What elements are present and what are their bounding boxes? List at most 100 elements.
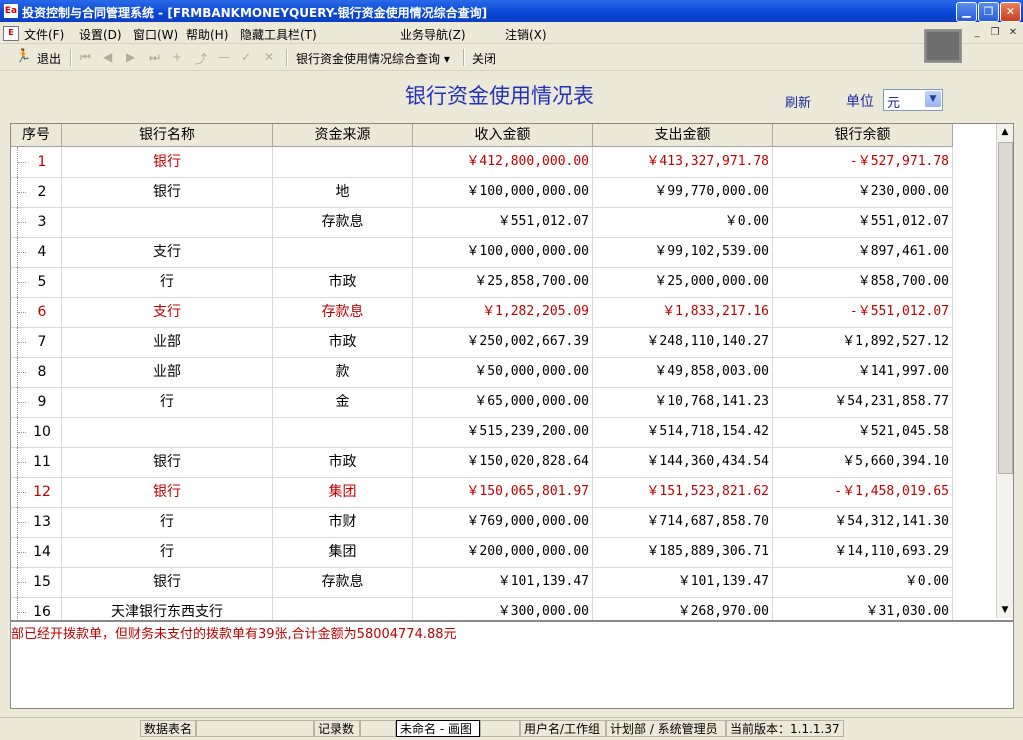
- cell-balance[interactable]: ￥230,000.00: [773, 177, 953, 207]
- col-header-expense[interactable]: 支出金额: [593, 124, 773, 146]
- cell-expense[interactable]: ￥49,858,003.00: [593, 357, 773, 387]
- cell-no[interactable]: 16: [11, 597, 62, 620]
- cell-bank-name[interactable]: 行: [62, 537, 273, 567]
- table-row[interactable]: 6 支行 存款息 ￥1,282,205.09 ￥1,833,217.16 -￥551,01…: [11, 297, 953, 328]
- cell-expense[interactable]: ￥10,768,141.23: [593, 387, 773, 417]
- cell-bank-name[interactable]: 支行: [62, 297, 273, 327]
- cell-income[interactable]: ￥250,002,667.39: [413, 327, 593, 357]
- cell-expense[interactable]: ￥185,889,306.71: [593, 537, 773, 567]
- unit-select[interactable]: 元 ▼: [883, 89, 943, 111]
- add-record-icon[interactable]: +: [172, 50, 182, 64]
- window-selector[interactable]: 银行资金使用情况综合查询 ▾: [296, 50, 450, 67]
- refresh-button[interactable]: 刷新: [785, 92, 811, 111]
- cell-income[interactable]: ￥65,000,000.00: [413, 387, 593, 417]
- cell-income[interactable]: ￥100,000,000.00: [413, 237, 593, 267]
- cell-bank-name[interactable]: 银行: [62, 567, 273, 597]
- cell-fund-source[interactable]: 存款息: [273, 207, 413, 237]
- table-row[interactable]: 14 行集团 ￥200,000,000.00 ￥185,889,306.71 ￥14,1…: [11, 537, 953, 568]
- cell-fund-source[interactable]: 金: [273, 387, 413, 417]
- cell-balance[interactable]: ￥521,045.58: [773, 417, 953, 447]
- cell-income[interactable]: ￥551,012.07: [413, 207, 593, 237]
- window-title-bar[interactable]: Ea 投资控制与合同管理系统 - [FRMBANKMONEYQUERY-银行资金…: [0, 0, 1023, 22]
- cell-balance[interactable]: ￥141,997.00: [773, 357, 953, 387]
- cell-no[interactable]: 10: [11, 417, 62, 447]
- cancel-icon[interactable]: ✕: [264, 50, 274, 64]
- cell-bank-name[interactable]: 行: [62, 267, 273, 297]
- cell-balance[interactable]: ￥551,012.07: [773, 207, 953, 237]
- cell-fund-source[interactable]: 集团: [273, 477, 413, 507]
- cell-income[interactable]: ￥300,000.00: [413, 597, 593, 620]
- cell-no[interactable]: 15: [11, 567, 62, 597]
- mdi-close-icon[interactable]: ✕: [1006, 27, 1020, 39]
- cell-fund-source[interactable]: [273, 147, 413, 177]
- cell-expense[interactable]: ￥151,523,821.62: [593, 477, 773, 507]
- table-row[interactable]: 16 天津银行东西支行 ￥300,000.00 ￥268,970.00 ￥31,030.…: [11, 597, 953, 620]
- cell-balance[interactable]: ￥5,660,394.10: [773, 447, 953, 477]
- cell-no[interactable]: 9: [11, 387, 62, 417]
- cell-fund-source[interactable]: 市财: [273, 507, 413, 537]
- table-row[interactable]: 12 银行 集团 ￥150,065,801.97 ￥151,523,821.62 -￥1,…: [11, 477, 953, 508]
- taskbar-paint-window[interactable]: 未命名 - 画图: [396, 720, 480, 737]
- cell-no[interactable]: 1: [11, 147, 62, 177]
- cell-income[interactable]: ￥769,000,000.00: [413, 507, 593, 537]
- message-area[interactable]: 部已经开拨款单，但财务未支付的拨款单有39张,合计金额为58004774.88元: [10, 621, 1014, 709]
- table-row[interactable]: 7 业部 市政 ￥250,002,667.39 ￥248,110,140.27 ￥1,89…: [11, 327, 953, 358]
- table-row[interactable]: 4 支行 ￥100,000,000.00 ￥99,102,539.00 ￥897,461…: [11, 237, 953, 268]
- cell-balance[interactable]: ￥54,231,858.77: [773, 387, 953, 417]
- scroll-down-icon[interactable]: ▼: [997, 602, 1013, 618]
- menu-logout[interactable]: 注销(X): [505, 26, 547, 43]
- cell-bank-name[interactable]: [62, 207, 273, 237]
- cell-no[interactable]: 14: [11, 537, 62, 567]
- close-form-button[interactable]: 关闭: [472, 50, 496, 67]
- close-window-button[interactable]: ✕: [1000, 2, 1021, 22]
- cell-expense[interactable]: ￥514,718,154.42: [593, 417, 773, 447]
- vertical-scrollbar[interactable]: ▲ ▼: [996, 124, 1013, 618]
- cell-bank-name[interactable]: 业部: [62, 357, 273, 387]
- col-header-no[interactable]: 序号: [11, 124, 62, 146]
- delete-record-icon[interactable]: —: [218, 50, 230, 64]
- cell-balance[interactable]: -￥1,458,019.65: [773, 477, 953, 507]
- prev-record-icon[interactable]: ◀: [103, 50, 112, 64]
- cell-expense[interactable]: ￥99,770,000.00: [593, 177, 773, 207]
- document-icon[interactable]: E: [3, 26, 19, 41]
- cell-bank-name[interactable]: 支行: [62, 237, 273, 267]
- cell-bank-name[interactable]: 行: [62, 507, 273, 537]
- cell-bank-name[interactable]: 行: [62, 387, 273, 417]
- cell-expense[interactable]: ￥0.00: [593, 207, 773, 237]
- cell-balance[interactable]: ￥897,461.00: [773, 237, 953, 267]
- cell-income[interactable]: ￥200,000,000.00: [413, 537, 593, 567]
- cell-no[interactable]: 12: [11, 477, 62, 507]
- cell-no[interactable]: 5: [11, 267, 62, 297]
- cell-balance[interactable]: ￥0.00: [773, 567, 953, 597]
- cell-income[interactable]: ￥150,020,828.64: [413, 447, 593, 477]
- cell-income[interactable]: ￥150,065,801.97: [413, 477, 593, 507]
- cell-bank-name[interactable]: 银行: [62, 177, 273, 207]
- cell-expense[interactable]: ￥268,970.00: [593, 597, 773, 620]
- cell-income[interactable]: ￥25,858,700.00: [413, 267, 593, 297]
- cell-expense[interactable]: ￥99,102,539.00: [593, 237, 773, 267]
- cell-expense[interactable]: ￥413,327,971.78: [593, 147, 773, 177]
- menu-hide-toolbar[interactable]: 隐藏工具栏(T): [240, 26, 317, 43]
- cell-income[interactable]: ￥515,239,200.00: [413, 417, 593, 447]
- cell-fund-source[interactable]: 款: [273, 357, 413, 387]
- cell-expense[interactable]: ￥248,110,140.27: [593, 327, 773, 357]
- cell-expense[interactable]: ￥25,000,000.00: [593, 267, 773, 297]
- maximize-button[interactable]: ❐: [978, 2, 999, 22]
- mdi-minimize-icon[interactable]: _: [970, 27, 984, 39]
- exit-button[interactable]: 退出: [37, 50, 61, 67]
- menu-business-nav[interactable]: 业务导航(Z): [400, 26, 466, 43]
- table-row[interactable]: 15 银行 存款息 ￥101,139.47 ￥101,139.47 ￥0.00: [11, 567, 953, 598]
- cell-no[interactable]: 6: [11, 297, 62, 327]
- cell-fund-source[interactable]: 市政: [273, 267, 413, 297]
- table-row[interactable]: 9 行金 ￥65,000,000.00 ￥10,768,141.23 ￥54,231,8…: [11, 387, 953, 418]
- cell-balance[interactable]: ￥1,892,527.12: [773, 327, 953, 357]
- exit-icon[interactable]: 🏃: [15, 50, 31, 64]
- col-header-income[interactable]: 收入金额: [413, 124, 593, 146]
- cell-income[interactable]: ￥101,139.47: [413, 567, 593, 597]
- cell-bank-name[interactable]: 业部: [62, 327, 273, 357]
- cell-fund-source[interactable]: 存款息: [273, 567, 413, 597]
- minimize-button[interactable]: ▁: [956, 2, 977, 22]
- chevron-down-icon[interactable]: ▼: [925, 91, 941, 107]
- cell-expense[interactable]: ￥714,687,858.70: [593, 507, 773, 537]
- cell-balance[interactable]: -￥551,012.07: [773, 297, 953, 327]
